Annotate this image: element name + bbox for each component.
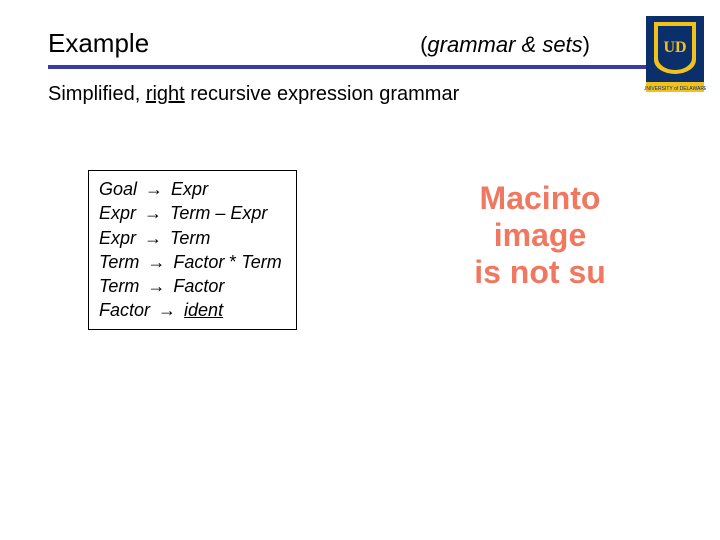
arrow-icon: → <box>144 276 168 296</box>
grammar-symbol: Expr <box>171 179 208 199</box>
grammar-symbol: Term <box>170 203 210 223</box>
grammar-rule: Expr → Term <box>99 226 282 250</box>
placeholder-line-2: image <box>370 217 710 254</box>
arrow-icon: → <box>155 300 179 320</box>
slide-subtitle: (grammar & sets) <box>420 32 590 58</box>
arrow-icon: → <box>144 252 168 272</box>
grammar-lhs: Goal <box>99 179 142 199</box>
grammar-literal: – <box>210 203 230 223</box>
intro-prefix: Simplified, <box>48 83 146 105</box>
arrow-icon: → <box>141 203 165 223</box>
arrow-icon: → <box>141 228 165 248</box>
grammar-symbol: Term <box>241 252 281 272</box>
grammar-symbol: Term <box>170 228 210 248</box>
arrow-icon: → <box>142 179 166 199</box>
intro-underlined: right <box>146 83 185 105</box>
grammar-symbol: Factor <box>173 252 224 272</box>
grammar-box: Goal → ExprExpr → Term – ExprExpr → Term… <box>88 170 297 330</box>
paren-close: ) <box>583 32 590 57</box>
grammar-lhs: Term <box>99 252 144 272</box>
slide-header: Example (grammar & sets) <box>0 0 720 59</box>
grammar-rule: Term → Factor * Term <box>99 250 282 274</box>
intro-text: Simplified, right recursive expression g… <box>0 69 720 106</box>
svg-text:UD: UD <box>663 39 686 56</box>
intro-suffix: recursive expression grammar <box>185 83 460 105</box>
grammar-lhs: Expr <box>99 203 141 223</box>
placeholder-line-1: Macinto <box>370 180 710 217</box>
grammar-rule: Goal → Expr <box>99 177 282 201</box>
university-logo: UD UNIVERSITY of DELAWARE <box>644 14 706 94</box>
slide-title: Example <box>48 28 149 59</box>
placeholder-line-3: is not su <box>370 254 710 291</box>
grammar-literal: * <box>224 252 241 272</box>
grammar-rule: Term → Factor <box>99 274 282 298</box>
svg-text:UNIVERSITY of DELAWARE: UNIVERSITY of DELAWARE <box>644 86 706 92</box>
grammar-rule: Expr → Term – Expr <box>99 201 282 225</box>
subtitle-italic: grammar & sets <box>427 32 582 57</box>
grammar-rule: Factor → ident <box>99 298 282 322</box>
grammar-lhs: Term <box>99 276 144 296</box>
grammar-symbol: Factor <box>173 276 224 296</box>
grammar-lhs: Factor <box>99 300 155 320</box>
missing-image-placeholder: Macinto image is not su <box>370 180 710 290</box>
grammar-symbol: Expr <box>230 203 267 223</box>
grammar-ident: ident <box>184 300 223 320</box>
grammar-lhs: Expr <box>99 228 141 248</box>
